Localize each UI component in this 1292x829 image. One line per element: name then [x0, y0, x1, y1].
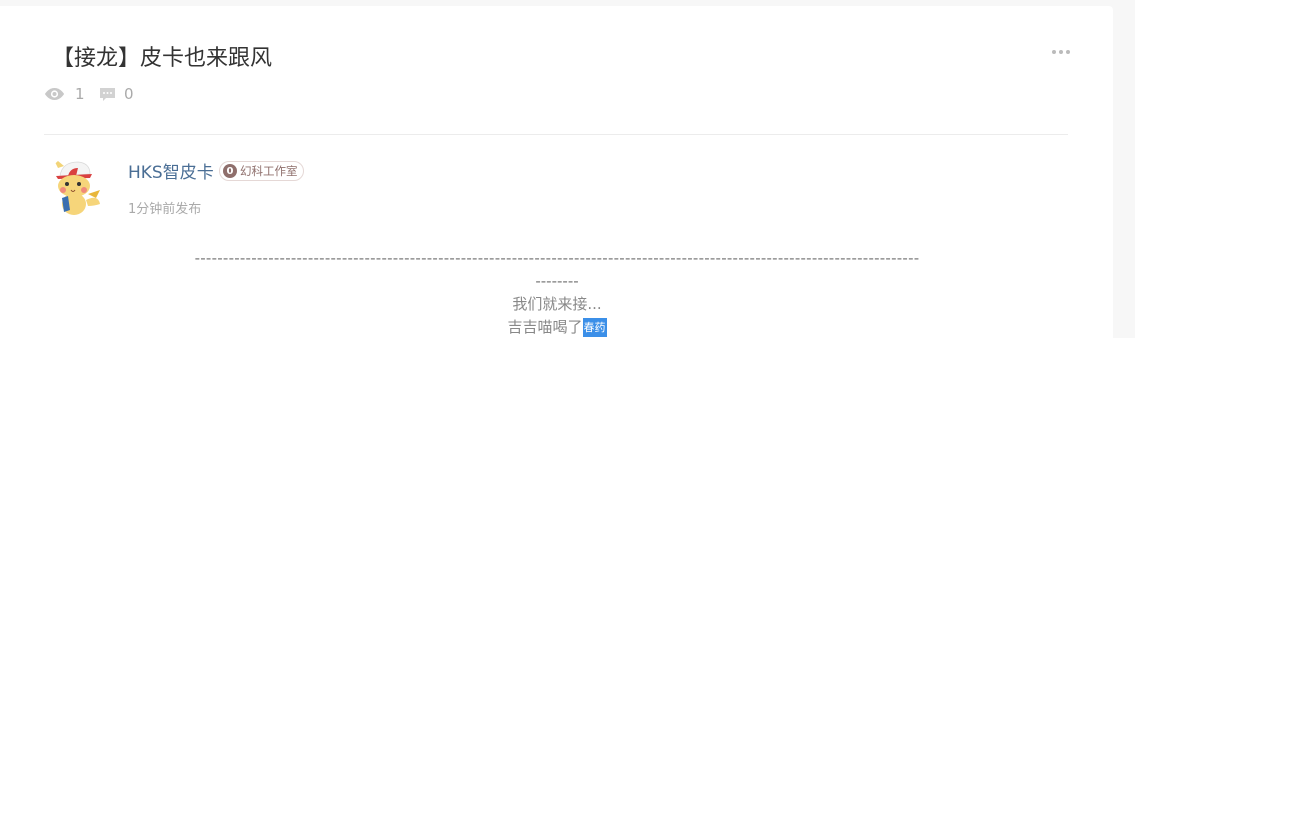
view-count: 1	[75, 85, 85, 103]
content-line-1: 我们就来接...	[512, 295, 602, 313]
dash-separator: ----------------------------------------…	[194, 249, 920, 267]
badge-label: 幻科工作室	[240, 164, 298, 178]
post-title: 【接龙】皮卡也来跟风	[52, 46, 273, 71]
avatar[interactable]	[46, 154, 110, 218]
comment-icon	[100, 88, 115, 101]
badge-level: 0	[223, 164, 237, 178]
author-badge[interactable]: 0 幻科工作室	[219, 161, 304, 181]
dash-separator-continued: --------	[535, 272, 579, 290]
selected-text-highlight: 春药	[582, 318, 607, 337]
post-content: ----------------------------------------…	[128, 247, 986, 339]
pikachu-avatar-icon	[52, 156, 100, 215]
post-time: 1分钟前发布	[128, 202, 202, 217]
content-line-2-text: 吉吉喵喝了	[507, 318, 583, 336]
author-name[interactable]: HKS智皮卡	[128, 158, 214, 183]
eye-icon	[45, 88, 64, 100]
divider	[44, 134, 1068, 135]
comment-count: 0	[124, 85, 134, 103]
content-line-2: 吉吉喵喝了春药	[128, 316, 986, 339]
more-dots-icon[interactable]	[1050, 46, 1072, 58]
